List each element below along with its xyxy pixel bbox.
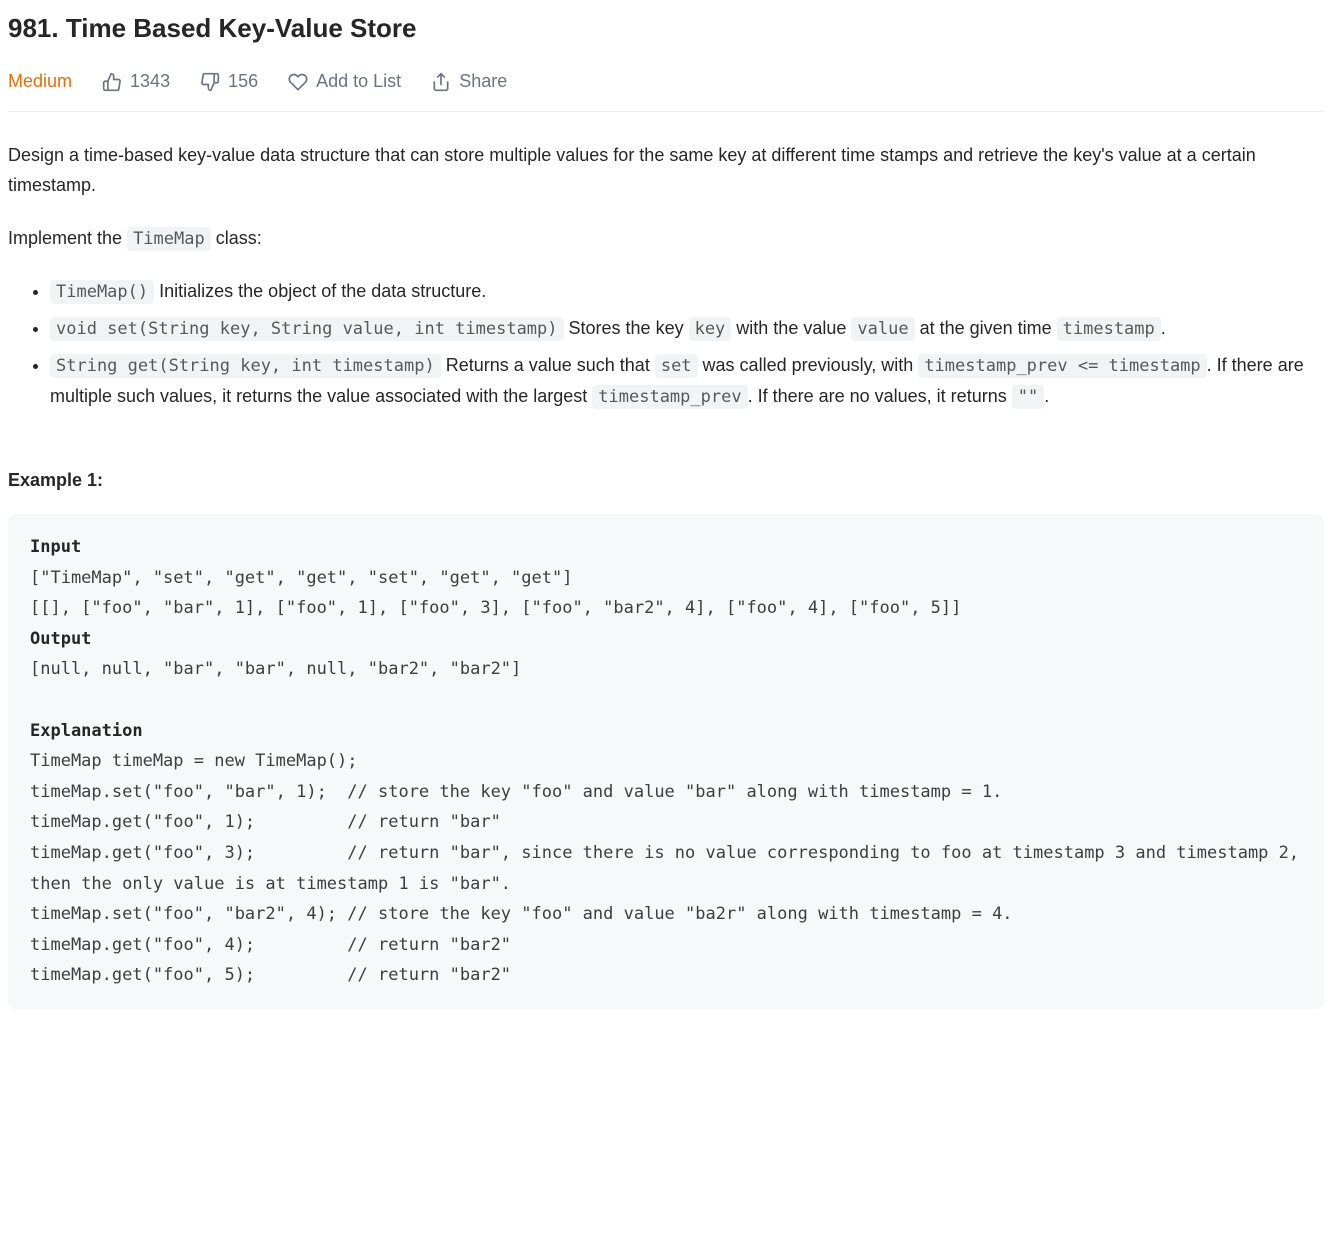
share-button[interactable]: Share [431, 66, 507, 97]
code-line: timeMap.get("foo", 5); // return "bar2" [30, 965, 511, 985]
problem-description: Design a time-based key-value data struc… [8, 140, 1324, 412]
code-inline: String get(String key, int timestamp) [50, 354, 441, 378]
code-inline: key [689, 317, 732, 341]
code-inline: "" [1012, 385, 1044, 409]
thumbs-down-icon [200, 71, 220, 91]
code-line: timeMap.get("foo", 4); // return "bar2" [30, 935, 511, 955]
thumbs-up-icon [102, 71, 122, 91]
difficulty-badge: Medium [8, 66, 72, 97]
list-item: void set(String key, String value, int t… [50, 313, 1324, 344]
meta-row: Medium 1343 156 Add to List Share [8, 66, 1324, 112]
list-item: TimeMap() Initializes the object of the … [50, 276, 1324, 307]
code-inline: timestamp [1057, 317, 1161, 341]
code-inline: timestamp_prev [592, 385, 747, 409]
explanation-label: Explanation [30, 721, 143, 741]
code-line: [[], ["foo", "bar", 1], ["foo", 1], ["fo… [30, 598, 961, 618]
code-line: [null, null, "bar", "bar", null, "bar2",… [30, 659, 521, 679]
code-inline: timestamp_prev <= timestamp [918, 354, 1206, 378]
code-line: TimeMap timeMap = new TimeMap(); [30, 751, 358, 771]
add-to-list-button[interactable]: Add to List [288, 66, 401, 97]
code-line: timeMap.set("foo", "bar2", 4); // store … [30, 904, 1013, 924]
share-label: Share [459, 66, 507, 97]
code-inline: TimeMap() [50, 280, 154, 304]
example-codeblock: Input ["TimeMap", "set", "get", "get", "… [8, 514, 1324, 1009]
example-label: Example 1: [8, 465, 1324, 496]
problem-title: 981. Time Based Key-Value Store [8, 6, 1324, 50]
code-line: timeMap.set("foo", "bar", 1); // store t… [30, 782, 1002, 802]
code-inline: void set(String key, String value, int t… [50, 317, 564, 341]
description-paragraph: Design a time-based key-value data struc… [8, 140, 1324, 201]
add-to-list-label: Add to List [316, 66, 401, 97]
share-icon [431, 71, 451, 91]
api-list: TimeMap() Initializes the object of the … [8, 276, 1324, 412]
dislikes-count: 156 [228, 66, 258, 97]
list-item: String get(String key, int timestamp) Re… [50, 350, 1324, 412]
code-inline: TimeMap [127, 227, 211, 251]
like-button[interactable]: 1343 [102, 66, 170, 97]
output-label: Output [30, 629, 91, 649]
heart-icon [288, 71, 308, 91]
code-line: timeMap.get("foo", 1); // return "bar" [30, 812, 501, 832]
dislike-button[interactable]: 156 [200, 66, 258, 97]
description-paragraph: Implement the TimeMap class: [8, 223, 1324, 254]
input-label: Input [30, 537, 81, 557]
code-inline: value [851, 317, 914, 341]
code-line: ["TimeMap", "set", "get", "get", "set", … [30, 568, 572, 588]
code-inline: set [655, 354, 698, 378]
problem-content: 981. Time Based Key-Value Store Medium 1… [8, 6, 1324, 1009]
code-line: timeMap.get("foo", 3); // return "bar", … [30, 843, 1309, 894]
likes-count: 1343 [130, 66, 170, 97]
